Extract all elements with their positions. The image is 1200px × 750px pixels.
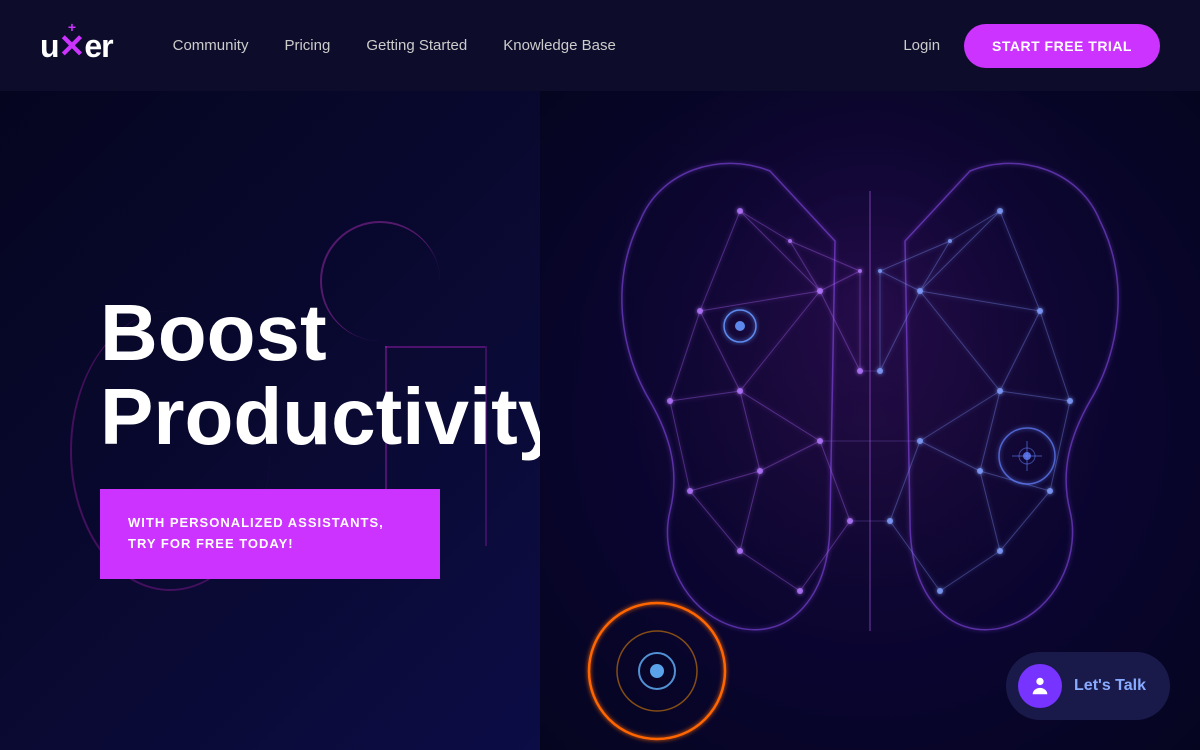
logo-text: u✕er	[40, 27, 113, 65]
navbar: u✕er Community Pricing Getting Started K…	[0, 0, 1200, 91]
hero-subtitle-box: WITH PERSONALIZED ASSISTANTS, TRY FOR FR…	[100, 489, 440, 579]
logo-x-icon: ✕	[59, 27, 85, 65]
start-trial-button[interactable]: START FREE TRIAL	[964, 24, 1160, 68]
nav-right: Login START FREE TRIAL	[903, 24, 1160, 68]
person-icon	[1029, 675, 1051, 697]
login-link[interactable]: Login	[903, 37, 940, 54]
nav-pricing[interactable]: Pricing	[284, 37, 330, 54]
hero-subtitle: WITH PERSONALIZED ASSISTANTS, TRY FOR FR…	[128, 513, 412, 555]
lets-talk-label: Let's Talk	[1074, 677, 1146, 695]
hero-title: Boost Productivity	[100, 291, 580, 459]
nav-knowledge-base[interactable]: Knowledge Base	[503, 37, 616, 54]
logo[interactable]: u✕er	[40, 27, 113, 65]
nav-community[interactable]: Community	[173, 37, 249, 54]
hero-section: Boost Productivity WITH PERSONALIZED ASS…	[0, 91, 1200, 750]
hero-content: Boost Productivity WITH PERSONALIZED ASS…	[100, 291, 580, 579]
nav-links: Community Pricing Getting Started Knowle…	[173, 37, 904, 54]
nav-getting-started[interactable]: Getting Started	[366, 37, 467, 54]
lets-talk-icon	[1018, 664, 1062, 708]
lets-talk-widget[interactable]: Let's Talk	[1006, 652, 1170, 720]
